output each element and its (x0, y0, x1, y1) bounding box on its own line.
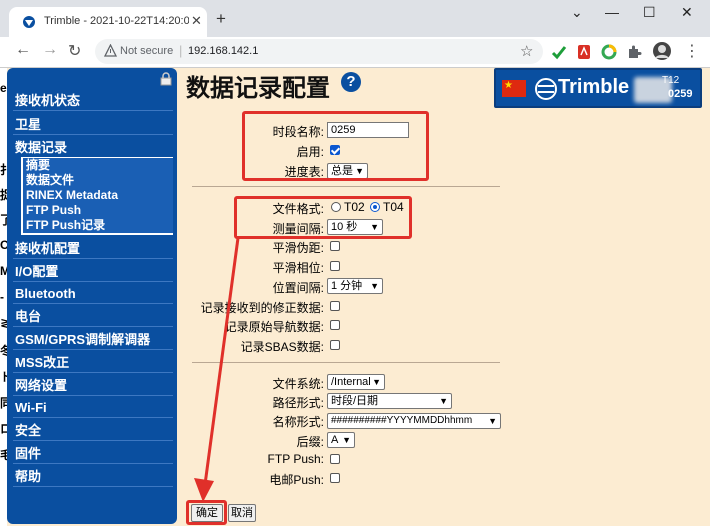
bookmark-star-icon[interactable]: ☆ (520, 42, 533, 60)
browser-tabbar: Trimble - 2021-10-22T14:20:02Z ✕ + ⌄ — ☐… (0, 0, 710, 37)
smooth-phase-label: 平滑相位: (272, 261, 324, 275)
smooth-pseudorange-label: 平滑伪距: (272, 241, 324, 255)
highlight-box-format (234, 196, 412, 239)
browser-tab[interactable]: Trimble - 2021-10-22T14:20:02Z ✕ (9, 7, 207, 37)
help-icon[interactable]: ? (341, 72, 361, 92)
record-sbas-checkbox[interactable] (330, 340, 340, 350)
smooth-pseudorange-checkbox[interactable] (330, 241, 340, 251)
maximize-button[interactable]: ☐ (643, 4, 656, 21)
left-edge-overlap: e 扌捉了 C M - ≷ 冬ト同ロ毛 (0, 68, 7, 526)
record-corrections-checkbox[interactable] (330, 301, 340, 311)
email-push-label: 电邮Push: (269, 473, 324, 487)
back-button[interactable]: ← (15, 41, 31, 59)
ftp-push-label: FTP Push: (267, 452, 324, 466)
sidebar-item-firmware[interactable]: 固件 (13, 445, 173, 464)
address-bar[interactable]: Not secure | 192.168.142.1 ☆ (95, 39, 543, 64)
tab-close-icon[interactable]: ✕ (191, 13, 202, 29)
logo-text: Trimble (558, 76, 630, 98)
forward-button[interactable]: → (42, 41, 58, 59)
sidebar-nav: 接收机状态 卫星 数据记录 摘要 数据文件 RINEX Metadata FTP… (7, 68, 177, 524)
name-style-select[interactable]: ##########YYYYMMDDhhmm ▼ (327, 413, 501, 429)
filesystem-select[interactable]: /Internal ▼ (327, 374, 385, 390)
ftp-push-checkbox[interactable] (330, 454, 340, 464)
chevron-down-icon: ▼ (342, 435, 351, 445)
lock-icon (160, 72, 172, 86)
sidebar-item-mss[interactable]: MSS改正 (13, 354, 173, 373)
minimize-button[interactable]: — (605, 4, 619, 20)
chevron-down-icon: ▼ (439, 396, 448, 406)
divider (192, 186, 500, 187)
sidebar-item-security[interactable]: 安全 (13, 422, 173, 441)
sidebar-item-help[interactable]: 帮助 (13, 468, 173, 487)
sidebar-item-radio[interactable]: 电台 (13, 308, 173, 327)
sidebar-subitem-ftp-push[interactable]: FTP Push (23, 203, 173, 218)
annotation-arrow (194, 237, 240, 502)
smooth-phase-checkbox[interactable] (330, 261, 340, 271)
logo-serial: 0259 (668, 88, 693, 100)
name-style-label: 名称形式: (272, 415, 324, 429)
path-style-label: 路径形式: (272, 396, 324, 410)
position-interval-select[interactable]: 1 分钟 ▼ (327, 278, 383, 294)
pdf-extension-icon[interactable] (576, 44, 592, 60)
new-tab-button[interactable]: + (216, 9, 226, 29)
trimble-favicon-icon (23, 16, 35, 28)
name-style-value: ##########YYYYMMDDhhmm (331, 415, 473, 426)
chevron-down-icon: ▼ (488, 416, 497, 426)
browser-menu-icon[interactable]: ⋮ (684, 41, 700, 61)
not-secure-label: Not secure (120, 45, 174, 57)
chevron-down-icon: ▼ (370, 281, 379, 291)
sync-extension-icon[interactable] (601, 44, 617, 60)
chevron-down-icon: ▼ (372, 377, 381, 387)
logo-model: T12 (662, 75, 680, 86)
sidebar-item-data-logging[interactable]: 数据记录 (13, 139, 173, 157)
filesystem-label: 文件系统: (272, 377, 324, 391)
url-text[interactable]: 192.168.142.1 (188, 45, 258, 57)
trimble-globe-icon (535, 78, 557, 100)
path-style-select[interactable]: 时段/日期 ▼ (327, 393, 452, 409)
email-push-checkbox[interactable] (330, 473, 340, 483)
sidebar-item-gsm-modem[interactable]: GSM/GPRS调制解调器 (13, 331, 173, 350)
sidebar-item-wifi[interactable]: Wi-Fi (13, 399, 173, 418)
sidebar-item-bluetooth[interactable]: Bluetooth (13, 285, 173, 304)
position-interval-label: 位置间隔: (272, 281, 324, 295)
sidebar-submenu: 摘要 数据文件 RINEX Metadata FTP Push FTP Push… (21, 157, 173, 235)
tab-title: Trimble - 2021-10-22T14:20:02Z (44, 15, 189, 27)
highlight-box-session (242, 111, 429, 181)
profile-avatar-icon[interactable] (652, 41, 672, 61)
sidebar-subitem-summary[interactable]: 摘要 (23, 158, 173, 173)
sidebar-item-network[interactable]: 网络设置 (13, 377, 173, 396)
sidebar-item-satellites[interactable]: 卫星 (13, 116, 173, 135)
reload-button[interactable]: ↻ (68, 41, 81, 61)
record-sbas-label: 记录SBAS数据: (240, 340, 324, 354)
browser-toolbar: ← → ↻ Not secure | 192.168.142.1 ☆ ⋮ (0, 37, 710, 68)
trimble-logo: ★ Trimble T12 0259 (494, 68, 702, 108)
suffix-value: A (331, 434, 339, 446)
puzzle-extension-icon[interactable] (626, 44, 642, 60)
position-interval-value: 1 分钟 (331, 280, 363, 292)
sidebar-subitem-rinex-metadata[interactable]: RINEX Metadata (23, 188, 173, 203)
checkmark-extension-icon[interactable] (551, 44, 567, 60)
highlight-box-ok (186, 500, 227, 525)
sidebar-item-receiver-config[interactable]: 接收机配置 (13, 240, 173, 259)
sidebar-item-io-config[interactable]: I/O配置 (13, 263, 173, 282)
filesystem-value: /Internal (331, 376, 371, 388)
close-window-button[interactable]: ✕ (681, 4, 693, 21)
url-separator: | (179, 43, 183, 58)
record-nav-checkbox[interactable] (330, 320, 340, 330)
sidebar-item-receiver-status[interactable]: 接收机状态 (13, 92, 173, 111)
tab-search-icon[interactable]: ⌄ (571, 4, 583, 21)
suffix-label: 后缀: (296, 435, 324, 449)
sidebar-subitem-ftp-push-log[interactable]: FTP Push记录 (23, 218, 173, 233)
page-title: 数据记录配置 (186, 75, 330, 102)
cancel-button[interactable]: 取消 (228, 504, 256, 522)
sidebar-subitem-data-files[interactable]: 数据文件 (23, 173, 173, 188)
china-flag-icon: ★ (502, 80, 526, 97)
suffix-select[interactable]: A ▼ (327, 432, 355, 448)
warning-icon (104, 44, 117, 57)
path-style-value: 时段/日期 (331, 395, 379, 407)
